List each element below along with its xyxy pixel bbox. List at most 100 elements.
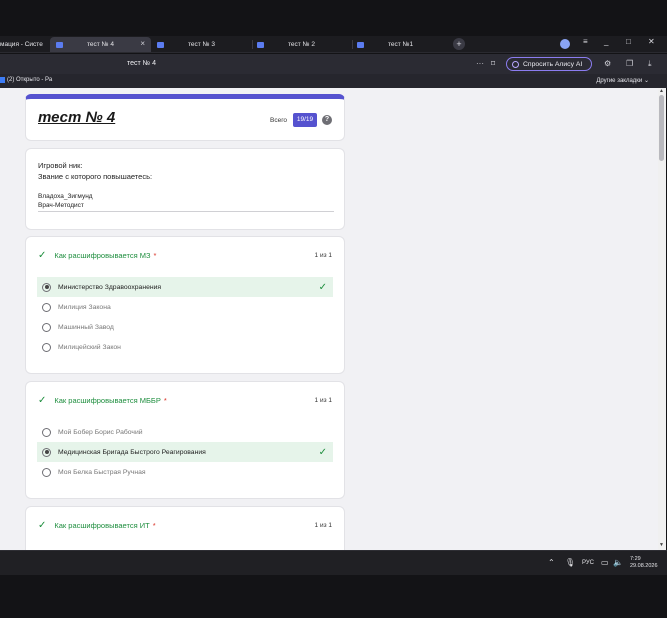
chevron-down-icon: ⌄	[643, 78, 649, 84]
minimize-icon[interactable]: _	[604, 37, 608, 46]
answer-option[interactable]: Мой Бобер Борис Рабочий	[37, 422, 333, 442]
tab-divider	[252, 40, 253, 49]
question-card: ✓ Как расшифровывается ИТ * 1 из 1	[25, 506, 345, 550]
correct-check-icon: ✓	[318, 446, 327, 458]
question-card: ✓ Как расшифровывается МЗ * 1 из 1 Минис…	[25, 236, 345, 374]
page-title-in-address-bar[interactable]: тест № 4	[127, 60, 156, 67]
check-icon: ✓	[38, 394, 47, 406]
required-star: *	[153, 251, 157, 260]
tab-test-1[interactable]: тест №1	[357, 37, 447, 52]
more-options-icon[interactable]: ···	[476, 59, 484, 68]
address-bar: тест № 4 ··· ⌑ Спросить Алису AI ⚙ ❐ ⤓	[0, 54, 667, 74]
tab-test-3[interactable]: тест № 3	[157, 37, 247, 52]
download-icon[interactable]: ⤓	[648, 59, 652, 69]
radio-selected-icon	[42, 447, 51, 457]
other-bookmarks-label: Другие закладки	[596, 78, 643, 84]
question-title: ✓ Как расшифровывается МББР *	[38, 394, 167, 406]
maximize-icon[interactable]: □	[626, 37, 631, 46]
clock-date[interactable]: 29.08.2026	[630, 563, 658, 569]
respondent-info-card: Игровой ник: Звание с которого повышаете…	[25, 148, 345, 230]
tab-system[interactable]: мация - Систе	[0, 37, 50, 52]
question-card: ✓ Как расшифровывается МББР * 1 из 1 Мой…	[25, 381, 345, 499]
new-tab-button[interactable]: +	[453, 38, 465, 50]
answer-option[interactable]: Машинный Завод	[37, 317, 333, 337]
scroll-down-icon[interactable]: ▼	[659, 542, 664, 548]
tab-label: тест № 2	[288, 41, 315, 48]
answer-option[interactable]: Медицинская Бригада Быстрого Реагировани…	[37, 442, 333, 462]
question-text: Как расшифровывается МЗ	[54, 251, 151, 260]
rank-label: Звание с которого повышаетесь:	[38, 172, 153, 181]
tab-test-2[interactable]: тест № 2	[257, 37, 347, 52]
ask-alice-button[interactable]: Спросить Алису AI	[506, 57, 592, 71]
screen: мация - Систе тест № 4 × тест № 3 тест №…	[0, 0, 667, 618]
alice-icon	[512, 60, 519, 68]
option-label: Моя Белка Быстрая Ручная	[58, 468, 146, 476]
bookmarks-bar: (2) Открыто - Ра Другие закладки ⌄	[0, 74, 667, 88]
ask-alice-label: Спросить Алису AI	[523, 60, 583, 68]
profile-avatar[interactable]	[560, 39, 570, 49]
answer-underline	[38, 211, 334, 212]
radio-icon	[42, 322, 51, 332]
answer-option[interactable]: Моя Белка Быстрая Ручная	[37, 462, 333, 482]
tab-divider	[352, 40, 353, 49]
bookmark-item[interactable]: (2) Открыто - Ра	[0, 77, 52, 83]
extensions-icon[interactable]: ⚙	[604, 59, 611, 68]
clock-time[interactable]: 7:29	[630, 555, 641, 563]
scroll-up-icon[interactable]: ▲	[659, 88, 664, 94]
option-label: Милиция Закона	[58, 303, 111, 311]
radio-selected-icon	[42, 282, 51, 292]
bookmark-icon[interactable]: ⌑	[491, 59, 495, 68]
forms-icon	[56, 41, 63, 48]
question-text: Как расшифровывается МББР	[54, 396, 161, 405]
radio-icon	[42, 302, 51, 312]
answer-option[interactable]: Милицейский Закон	[37, 337, 333, 357]
page-viewport: тест № 4 Всего 19/19 ? Игровой ник: Зван…	[0, 88, 658, 550]
answer-option[interactable]: Милиция Закона	[37, 297, 333, 317]
tab-test-4[interactable]: тест № 4 ×	[50, 37, 151, 52]
question-title: ✓ Как расшифровывается МЗ *	[38, 249, 157, 261]
collections-icon[interactable]: ❐	[626, 59, 633, 68]
nick-label: Игровой ник:	[38, 161, 83, 170]
question-text: Как расшифровывается ИТ	[54, 521, 150, 530]
question-score: 1 из 1	[314, 522, 332, 529]
form-header-card: тест № 4 Всего 19/19 ?	[25, 94, 345, 141]
question-title: ✓ Как расшифровывается ИТ *	[38, 519, 156, 531]
menu-icon[interactable]: ≡	[583, 37, 588, 46]
answer-option[interactable]: Министерство Здравоохранения ✓	[37, 277, 333, 297]
total-score-label: Всего	[270, 117, 288, 124]
bookmark-label: (2) Открыто - Ра	[7, 77, 53, 83]
close-tab-icon[interactable]: ×	[140, 39, 145, 48]
check-icon: ✓	[38, 249, 47, 261]
form-title: тест № 4	[38, 109, 116, 126]
radio-icon	[42, 427, 51, 437]
forms-icon	[357, 41, 364, 48]
tab-label: тест № 4	[87, 41, 114, 48]
scroll-thumb[interactable]	[659, 95, 664, 161]
option-label: Милицейский Закон	[58, 343, 121, 351]
tab-label: мация - Систе	[0, 41, 43, 48]
option-label: Машинный Завод	[58, 323, 114, 331]
help-icon[interactable]: ?	[322, 115, 332, 125]
radio-icon	[42, 342, 51, 352]
close-window-icon[interactable]: ✕	[648, 37, 655, 46]
chevron-up-icon[interactable]: ⌃	[548, 558, 555, 567]
question-score: 1 из 1	[314, 252, 332, 259]
bookmark-favicon-icon	[0, 77, 5, 83]
required-star: *	[163, 396, 167, 405]
microphone-icon[interactable]: 🎙	[565, 558, 575, 567]
page-scrollbar[interactable]: ▲ ▼	[658, 88, 666, 550]
correct-check-icon: ✓	[318, 281, 327, 293]
nick-value: Владоха_Зигмунд	[38, 193, 93, 200]
forms-icon	[157, 41, 164, 48]
tab-label: тест № 3	[188, 41, 215, 48]
score-badge: 19/19	[293, 113, 317, 127]
option-label: Медицинская Бригада Быстрого Реагировани…	[58, 448, 206, 456]
network-icon[interactable]: ▭	[601, 558, 609, 567]
taskbar: ⌃ 🎙 РУС ▭ 🔈 7:29 29.08.2026	[0, 550, 667, 575]
check-icon: ✓	[38, 519, 47, 531]
volume-icon[interactable]: 🔈	[613, 558, 623, 567]
radio-icon	[42, 467, 51, 477]
required-star: *	[152, 521, 156, 530]
other-bookmarks[interactable]: Другие закладки ⌄	[596, 77, 649, 84]
language-indicator[interactable]: РУС	[582, 560, 594, 566]
